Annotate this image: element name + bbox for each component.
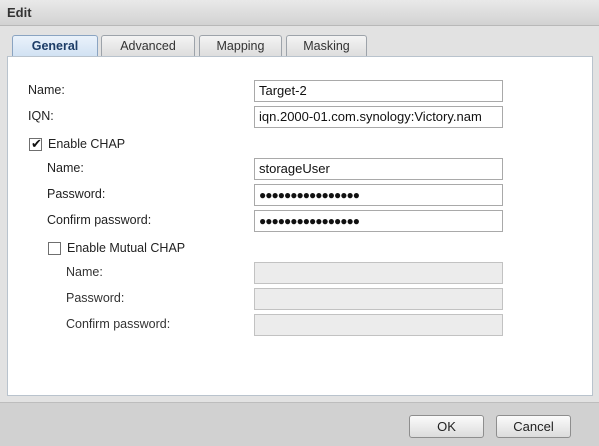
edit-dialog: Edit General Advanced Mapping Masking Na… [0, 0, 599, 446]
cancel-button[interactable]: Cancel [496, 415, 571, 438]
tab-advanced[interactable]: Advanced [101, 35, 195, 57]
name-label: Name: [28, 83, 65, 97]
tab-masking[interactable]: Masking [286, 35, 367, 57]
title-bar[interactable]: Edit [0, 0, 599, 26]
mutual-password-field[interactable] [254, 288, 503, 310]
dialog-title: Edit [7, 5, 32, 20]
enable-mutual-chap-checkbox[interactable] [48, 242, 61, 255]
dialog-footer: OK Cancel [0, 402, 599, 446]
mutual-confirm-password-field[interactable] [254, 314, 503, 336]
tab-mapping[interactable]: Mapping [199, 35, 282, 57]
chap-confirm-password-field[interactable]: ●●●●●●●●●●●●●●●● [254, 210, 503, 232]
mutual-name-field[interactable] [254, 262, 503, 284]
ok-button[interactable]: OK [409, 415, 484, 438]
chap-name-field[interactable]: storageUser [254, 158, 503, 180]
name-field[interactable]: Target-2 [254, 80, 503, 102]
iqn-label: IQN: [28, 109, 54, 123]
tab-container: General Advanced Mapping Masking Name: T… [0, 26, 599, 402]
chap-confirm-password-label: Confirm password: [47, 213, 152, 227]
enable-chap-checkbox[interactable]: ✔ [29, 136, 42, 151]
general-panel: Name: Target-2 IQN: iqn.2000-01.com.syno… [7, 56, 593, 396]
chap-password-label: Password: [47, 187, 106, 201]
enable-chap-label[interactable]: Enable CHAP [48, 137, 125, 151]
iqn-field[interactable]: iqn.2000-01.com.synology:Victory.nam [254, 106, 503, 128]
mutual-password-label: Password: [66, 291, 125, 305]
tab-general[interactable]: General [12, 35, 98, 58]
mutual-name-label: Name: [66, 265, 103, 279]
chap-name-label: Name: [47, 161, 84, 175]
enable-mutual-chap-label[interactable]: Enable Mutual CHAP [67, 241, 185, 255]
checkmark-icon: ✔ [31, 136, 42, 151]
mutual-confirm-password-label: Confirm password: [66, 317, 171, 331]
chap-password-field[interactable]: ●●●●●●●●●●●●●●●● [254, 184, 503, 206]
